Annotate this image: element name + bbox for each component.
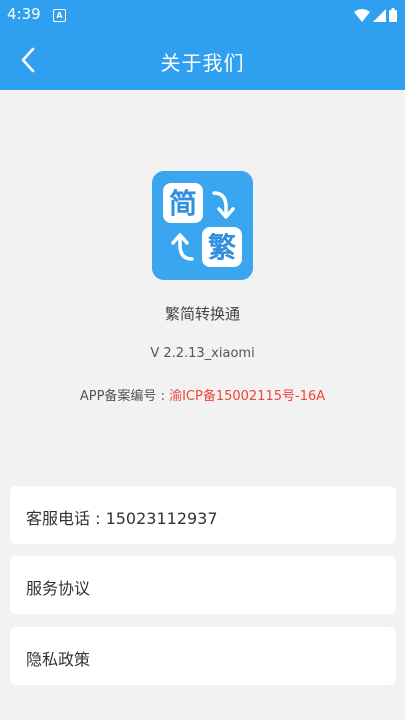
status-bar: 4:39 A [0, 0, 405, 30]
icp-label: APP备案编号 : [79, 389, 170, 404]
service-agreement-label: 服务协议 [26, 579, 91, 598]
logo-char-top: 简 [169, 187, 197, 220]
app-bar: 关于我们 [0, 30, 405, 90]
wifi-icon [354, 8, 370, 22]
battery-icon [389, 8, 397, 22]
icp-record: APP备案编号 : 渝ICP备15002115号-16A [0, 385, 405, 404]
privacy-policy-item[interactable]: 隐私政策 [10, 627, 396, 685]
app-version: V 2.2.13_xiaomi [150, 346, 255, 361]
customer-service-label: 客服电话 : 15023112937 [26, 509, 218, 528]
service-agreement-item[interactable]: 服务协议 [10, 556, 396, 614]
notification-a-icon: A [53, 9, 66, 22]
status-icons [354, 8, 397, 22]
privacy-policy-label: 隐私政策 [26, 650, 91, 669]
customer-service-phone-item[interactable]: 客服电话 : 15023112937 [10, 486, 396, 544]
page-title: 关于我们 [160, 51, 245, 75]
icp-number[interactable]: 渝ICP备15002115号-16A [169, 389, 325, 404]
signal-icon [373, 8, 386, 22]
status-time: 4:39 [7, 5, 41, 23]
app-logo: 简 繁 [152, 171, 253, 280]
logo-graphic: 简 繁 [163, 183, 242, 267]
app-name: 繁简转换通 [164, 305, 240, 323]
logo-char-bottom: 繁 [208, 231, 237, 264]
